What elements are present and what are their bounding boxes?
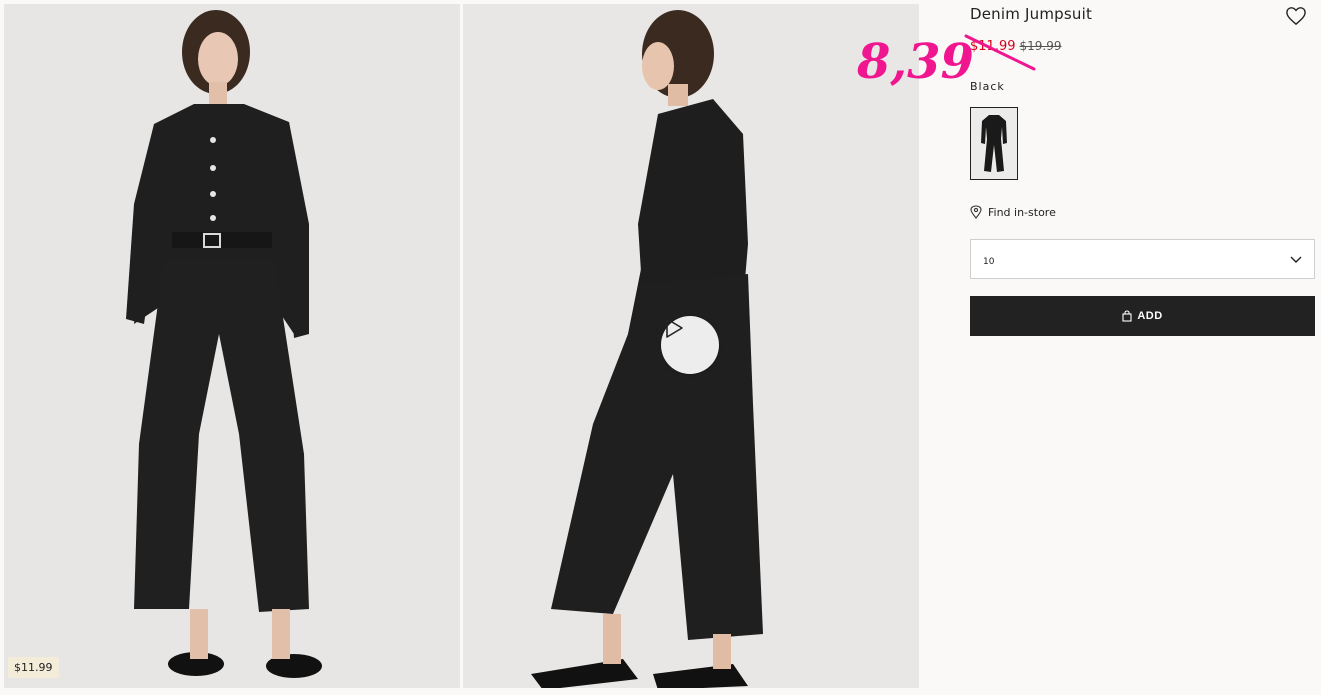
add-to-bag-button[interactable]: ADD: [970, 296, 1315, 336]
find-in-store-link[interactable]: Find in-store: [970, 205, 1056, 219]
product-title: Denim Jumpsuit: [970, 5, 1093, 23]
gallery-price-tag: $11.99: [8, 657, 59, 678]
heart-icon[interactable]: [1285, 6, 1307, 26]
selected-size: 10: [983, 257, 995, 267]
size-select[interactable]: 10: [970, 239, 1315, 279]
color-label: Black: [970, 80, 1005, 93]
jumpsuit-thumbnail: [981, 114, 1007, 172]
model-front-illustration: [4, 4, 460, 688]
color-swatch-black[interactable]: [970, 107, 1018, 180]
product-photo-front[interactable]: $11.99: [4, 4, 460, 688]
product-photo-side-video[interactable]: [463, 4, 919, 688]
chevron-down-icon: [1290, 256, 1302, 263]
add-button-label: ADD: [1137, 310, 1163, 322]
play-video-button[interactable]: [661, 316, 719, 374]
location-pin-icon: [970, 205, 982, 219]
find-in-store-label: Find in-store: [988, 205, 1056, 219]
original-price: $19.99: [1019, 39, 1062, 53]
handwritten-price-annotation: 8,39: [857, 34, 974, 90]
price-row: $11.99 $19.99: [970, 39, 1062, 54]
play-icon: [666, 318, 683, 338]
sale-price: $11.99: [970, 39, 1016, 54]
shopping-bag-icon: [1122, 310, 1132, 322]
